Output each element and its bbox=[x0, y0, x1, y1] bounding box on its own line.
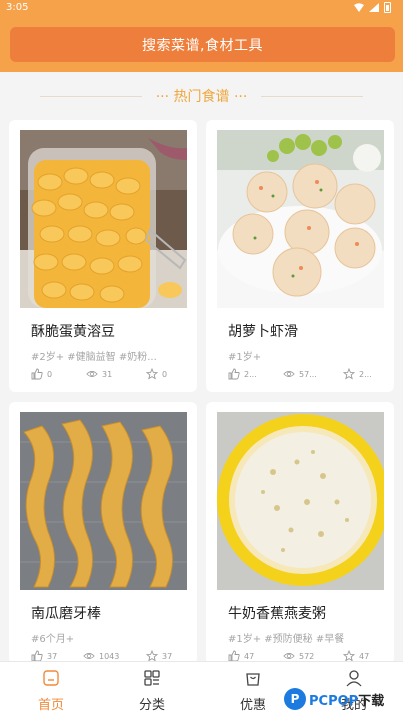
like-count: 2... bbox=[244, 369, 257, 379]
eye-icon bbox=[86, 371, 98, 377]
star-icon bbox=[146, 368, 158, 380]
view-stat: 57... bbox=[283, 367, 317, 381]
view-count: 57... bbox=[299, 369, 317, 379]
tab-home[interactable]: 首页 bbox=[21, 665, 81, 717]
recipe-image-yogurt-melts bbox=[20, 130, 187, 308]
category-icon bbox=[144, 670, 160, 686]
recipe-tags: #2岁+ #健脑益智 #奶粉... bbox=[31, 352, 157, 363]
recipe-tags: #1岁+ bbox=[228, 352, 262, 363]
recipe-title: 牛奶香蕉燕麦粥 bbox=[228, 606, 326, 622]
section-divider-left bbox=[39, 95, 142, 97]
section-title: ··· 热门食谱 ··· bbox=[155, 89, 248, 105]
watermark-text: PCPOP下载 bbox=[309, 690, 384, 709]
recipe-title: 胡萝卜虾滑 bbox=[228, 324, 298, 340]
like-stat[interactable]: 0 bbox=[31, 367, 52, 381]
tab-label: 优惠 bbox=[239, 698, 266, 713]
search-label: 搜索菜谱,食材工具 bbox=[142, 37, 263, 54]
watermark-logo-icon: P bbox=[284, 688, 306, 710]
fav-stat[interactable]: 2... bbox=[343, 367, 372, 381]
recipe-stats: 0 31 0 bbox=[31, 367, 181, 381]
star-icon bbox=[343, 368, 355, 380]
view-count: 572 bbox=[299, 651, 315, 661]
like-count: 37 bbox=[47, 651, 58, 661]
watermark: P PCPOP下载 bbox=[284, 686, 400, 712]
recipe-card[interactable]: 牛奶香蕉燕麦粥 #1岁+ #预防便秘 #早餐 47 572 47 bbox=[206, 402, 394, 664]
thumb-up-icon bbox=[31, 368, 43, 380]
tab-label: 分类 bbox=[138, 698, 165, 713]
recipe-card[interactable]: 南瓜磨牙棒 #6个月+ 37 1043 37 bbox=[9, 402, 197, 664]
status-icons bbox=[354, 2, 391, 13]
like-count: 0 bbox=[47, 369, 53, 379]
bag-icon bbox=[246, 673, 260, 686]
wifi-icon bbox=[354, 3, 364, 12]
recipe-card[interactable]: 酥脆蛋黄溶豆 #2岁+ #健脑益智 #奶粉... 0 31 0 bbox=[9, 120, 197, 392]
battery-icon bbox=[384, 2, 391, 13]
fav-count: 0 bbox=[162, 369, 168, 379]
signal-icon bbox=[369, 3, 379, 12]
user-icon bbox=[346, 670, 362, 687]
recipe-title: 酥脆蛋黄溶豆 bbox=[31, 324, 115, 340]
recipe-image-oatmeal bbox=[217, 412, 384, 590]
view-count: 31 bbox=[102, 369, 113, 379]
tab-deals[interactable]: 优惠 bbox=[223, 665, 283, 717]
recipe-stats: 2... 57... 2... bbox=[228, 367, 378, 381]
tab-category[interactable]: 分类 bbox=[122, 665, 182, 717]
search-bar[interactable]: 搜索菜谱,食材工具 bbox=[10, 27, 395, 62]
recipe-title: 南瓜磨牙棒 bbox=[31, 606, 101, 622]
view-stat: 31 bbox=[86, 367, 112, 381]
fav-count: 2... bbox=[359, 369, 372, 379]
watermark-suffix: 下载 bbox=[358, 693, 385, 709]
fav-count: 47 bbox=[359, 651, 370, 661]
fav-stat[interactable]: 0 bbox=[146, 367, 167, 381]
app-root: 3:05 搜索菜谱,食材工具 ··· 热门食谱 ··· 酥脆蛋黄溶豆 #2岁+ … bbox=[0, 0, 403, 720]
status-time: 3:05 bbox=[6, 2, 29, 13]
status-bar: 3:05 bbox=[0, 0, 403, 16]
recipe-card[interactable]: 胡萝卜虾滑 #1岁+ 2... 57... 2... bbox=[206, 120, 394, 392]
header: 3:05 搜索菜谱,食材工具 bbox=[0, 0, 403, 72]
tab-label: 首页 bbox=[37, 698, 64, 713]
eye-icon bbox=[283, 371, 295, 377]
recipe-tags: #1岁+ #预防便秘 #早餐 bbox=[228, 634, 345, 645]
section-divider-right bbox=[261, 95, 364, 97]
section-heading: ··· 热门食谱 ··· bbox=[0, 82, 403, 110]
like-stat[interactable]: 2... bbox=[228, 367, 257, 381]
recipe-tags: #6个月+ bbox=[31, 634, 75, 645]
recipe-image-shrimp-balls bbox=[217, 130, 384, 308]
recipe-image-pumpkin-sticks bbox=[20, 412, 187, 590]
watermark-brand: PCPOP bbox=[309, 693, 359, 709]
thumb-up-icon bbox=[228, 368, 240, 380]
view-count: 1043 bbox=[99, 651, 120, 661]
like-count: 47 bbox=[244, 651, 255, 661]
fav-count: 37 bbox=[162, 651, 173, 661]
home-icon bbox=[43, 670, 59, 686]
